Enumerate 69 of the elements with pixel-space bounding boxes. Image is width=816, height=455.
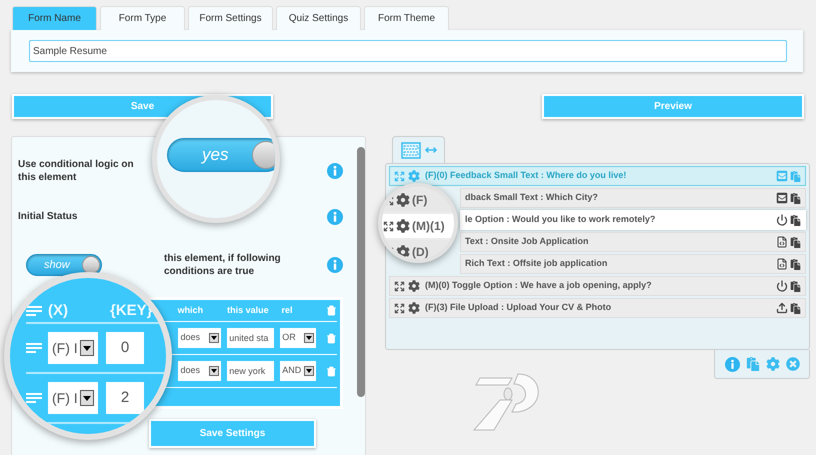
number-field[interactable]: 0: [106, 332, 144, 364]
setting-label: this element, if following conditions are true: [164, 252, 282, 278]
paste-icon[interactable]: [790, 258, 801, 270]
lines-icon: [26, 306, 42, 316]
dropdown[interactable]: OR: [280, 328, 316, 348]
tab[interactable]: Form Theme: [364, 6, 449, 30]
tab[interactable]: Form Name: [12, 6, 97, 30]
power-icon[interactable]: [776, 280, 788, 292]
element-row[interactable]: le Option : Would you like to work remotely?: [460, 210, 806, 230]
element-label: (F): [412, 192, 428, 209]
element-row[interactable]: dback Small Text : Which City?: [460, 188, 806, 208]
settings-icon[interactable]: [396, 245, 410, 259]
column-header: (X): [48, 300, 69, 321]
code-file-icon[interactable]: [776, 258, 788, 270]
element-label: le Option : Would you like to work remotely?: [465, 213, 656, 226]
dropdown[interactable]: does: [178, 328, 222, 348]
toggle-label: show: [44, 258, 70, 274]
dropdown-arrow-icon: [209, 333, 220, 344]
tab[interactable]: Quiz Settings: [276, 6, 361, 30]
settings-icon[interactable]: [396, 193, 410, 207]
code-file-icon[interactable]: [776, 236, 788, 248]
element-label: (M)(0) Toggle Option : We have a job opening, apply?: [425, 279, 652, 292]
settings-icon[interactable]: [408, 280, 420, 292]
lines-icon: [26, 343, 42, 353]
column-header: which: [178, 304, 204, 317]
element-label: (M)(1): [412, 218, 445, 235]
paste-icon[interactable]: [790, 280, 801, 292]
element-row[interactable]: (M)(0) Toggle Option : We have a job opening, apply?: [389, 276, 806, 296]
setting-label: Use conditional logic on this element: [18, 158, 135, 184]
paste-icon[interactable]: [790, 302, 801, 314]
dropdown[interactable]: (F) I: [48, 382, 98, 414]
element-label: dback Small Text : Which City?: [465, 191, 598, 204]
element-label: (D): [412, 244, 429, 259]
element-label: Text : Onsite Job Application: [465, 235, 589, 248]
element-label: (F)(3) File Upload : Upload Your CV & Photo: [425, 301, 612, 314]
settings-icon[interactable]: [396, 219, 410, 233]
value-field[interactable]: new york: [227, 361, 274, 382]
dropdown[interactable]: (F) I: [48, 332, 98, 364]
paste-icon[interactable]: [790, 236, 801, 248]
column-header: rel: [282, 304, 294, 317]
element-label: (F)(0) Feedback Small Text : Where do you live!: [425, 169, 626, 182]
number-field[interactable]: 2: [106, 382, 144, 414]
element-row[interactable]: Text : Onsite Job Application: [460, 232, 806, 252]
dropdown-arrow-icon: [304, 366, 314, 376]
tab[interactable]: Form Settings: [188, 6, 273, 30]
dropdown[interactable]: AND: [280, 361, 316, 382]
upload-icon[interactable]: [776, 302, 788, 314]
table-icon: [400, 142, 420, 158]
dropdown[interactable]: does: [178, 361, 222, 382]
toggle-knob: [82, 256, 100, 274]
paste-icon[interactable]: [790, 192, 801, 204]
lines-icon: [26, 393, 42, 403]
value-field[interactable]: united sta: [227, 328, 274, 348]
paste-icon[interactable]: [790, 214, 801, 226]
form-name-field[interactable]: Sample Resume: [29, 40, 787, 62]
settings-icon[interactable]: [408, 302, 420, 314]
element-row[interactable]: Rich Text : Offsite job application: [460, 254, 806, 274]
setting-label: Initial Status: [18, 210, 78, 224]
toggle-knob: [252, 141, 275, 169]
element-row[interactable]: (F)(3) File Upload : Upload Your CV & Photo: [389, 298, 806, 318]
envelope-icon[interactable]: [776, 192, 788, 204]
dropdown-arrow-icon: [209, 366, 220, 376]
column-header: this value: [227, 304, 270, 317]
column-header: {KEY}: [110, 300, 153, 321]
dropdown-arrow-icon: [304, 333, 314, 344]
element-label: Rich Text : Offsite job application: [465, 257, 608, 270]
tab[interactable]: Form Type: [100, 6, 185, 30]
toggle-label: yes: [202, 144, 228, 166]
power-icon[interactable]: [776, 214, 788, 226]
